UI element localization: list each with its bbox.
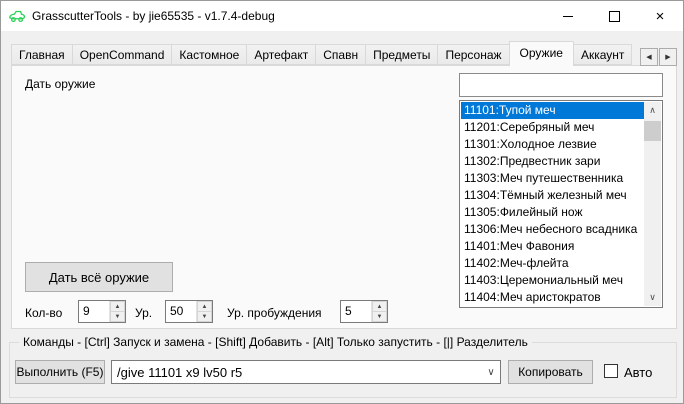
spin-down-icon[interactable]: ▼ (197, 312, 212, 322)
weapon-list-items: 11101:Тупой меч 11201:Серебряный меч 113… (461, 102, 644, 306)
tab-account[interactable]: Аккаунт (573, 44, 632, 65)
list-item[interactable]: 11303:Меч путешественника (461, 170, 644, 187)
tab-opencommand[interactable]: OpenCommand (72, 44, 173, 65)
auto-checkbox[interactable] (604, 364, 618, 378)
spin-down-icon[interactable]: ▼ (110, 312, 125, 322)
level-label: Ур. (135, 306, 152, 320)
auto-checkbox-label: Авто (624, 365, 652, 380)
list-item[interactable]: 11404:Меч аристократов (461, 289, 644, 306)
title-bar: GrasscutterTools - by jie65535 - v1.7.4-… (1, 1, 683, 31)
list-item[interactable]: 11403:Церемониальный меч (461, 272, 644, 289)
level-spin-buttons: ▲ ▼ (196, 301, 212, 322)
tab-weapon[interactable]: Оружие (509, 41, 574, 66)
list-item[interactable]: 11101:Тупой меч (461, 102, 644, 119)
give-weapon-label: Дать оружие (25, 77, 95, 91)
tab-custom[interactable]: Кастомное (171, 44, 247, 65)
list-item[interactable]: 11301:Холодное лезвие (461, 136, 644, 153)
chevron-down-icon[interactable]: ∨ (482, 367, 500, 378)
level-stepper[interactable]: 50 ▲ ▼ (165, 300, 213, 323)
tab-scroll-buttons: ◀ ▶ (640, 48, 677, 66)
refinement-value: 5 (341, 301, 371, 322)
arrow-right-icon: ▶ (665, 53, 670, 61)
weapon-list-scrollbar[interactable]: ∧ ∨ (644, 102, 661, 306)
give-all-weapons-button[interactable]: Дать всё оружие (25, 262, 173, 292)
list-item[interactable]: 11201:Серебряный меч (461, 119, 644, 136)
tab-strip: Главная OpenCommand Кастомное Артефакт С… (11, 41, 640, 66)
count-stepper[interactable]: 9 ▲ ▼ (78, 300, 126, 323)
tab-artifact[interactable]: Артефакт (246, 44, 316, 65)
app-window: GrasscutterTools - by jie65535 - v1.7.4-… (0, 0, 684, 404)
spin-up-icon[interactable]: ▲ (197, 301, 212, 312)
tab-scroll-right-button[interactable]: ▶ (659, 48, 677, 66)
maximize-button[interactable] (591, 1, 637, 31)
arrow-left-icon: ◀ (646, 53, 651, 61)
close-icon: × (656, 9, 665, 24)
spin-up-icon[interactable]: ▲ (110, 301, 125, 312)
list-item[interactable]: 11304:Тёмный железный меч (461, 187, 644, 204)
list-item[interactable]: 11306:Меч небесного всадника (461, 221, 644, 238)
spin-up-icon[interactable]: ▲ (372, 301, 387, 312)
scrollbar-thumb[interactable] (644, 121, 661, 141)
list-item[interactable]: 11402:Меч-флейта (461, 255, 644, 272)
spin-down-icon[interactable]: ▼ (372, 312, 387, 322)
grasscutter-logo-icon (8, 8, 26, 24)
window-title: GrasscutterTools - by jie65535 - v1.7.4-… (32, 9, 275, 23)
tab-scroll-left-button[interactable]: ◀ (640, 48, 658, 66)
refinement-stepper[interactable]: 5 ▲ ▼ (340, 300, 388, 323)
list-item[interactable]: 11401:Меч Фавония (461, 238, 644, 255)
tab-items[interactable]: Предметы (365, 44, 438, 65)
commands-groupbox-title: Команды - [Ctrl] Запуск и замена - [Shif… (19, 335, 532, 349)
refinement-spin-buttons: ▲ ▼ (371, 301, 387, 322)
command-combobox[interactable]: /give 11101 x9 lv50 r5 ∨ (111, 360, 501, 384)
close-button[interactable]: × (637, 1, 683, 31)
list-item[interactable]: 11302:Предвестник зари (461, 153, 644, 170)
count-spin-buttons: ▲ ▼ (109, 301, 125, 322)
list-item[interactable]: 11305:Филейный нож (461, 204, 644, 221)
minimize-button[interactable] (545, 1, 591, 31)
scroll-down-icon[interactable]: ∨ (644, 289, 661, 306)
tab-spawn[interactable]: Спавн (315, 44, 366, 65)
tab-character[interactable]: Персонаж (437, 44, 509, 65)
count-value: 9 (79, 301, 109, 322)
tab-main[interactable]: Главная (11, 44, 73, 65)
window-controls: × (545, 1, 683, 31)
level-value: 50 (166, 301, 196, 322)
copy-command-button[interactable]: Копировать (508, 360, 593, 384)
weapon-list[interactable]: 11101:Тупой меч 11201:Серебряный меч 113… (459, 100, 663, 308)
count-label: Кол-во (25, 306, 62, 320)
command-text: /give 11101 x9 lv50 r5 (112, 365, 482, 380)
minimize-icon (563, 16, 573, 17)
refinement-label: Ур. пробуждения (227, 306, 322, 320)
run-command-button[interactable]: Выполнить (F5) (15, 360, 105, 384)
weapon-search-input[interactable] (459, 73, 663, 97)
maximize-icon (609, 11, 620, 22)
scroll-up-icon[interactable]: ∧ (644, 102, 661, 119)
